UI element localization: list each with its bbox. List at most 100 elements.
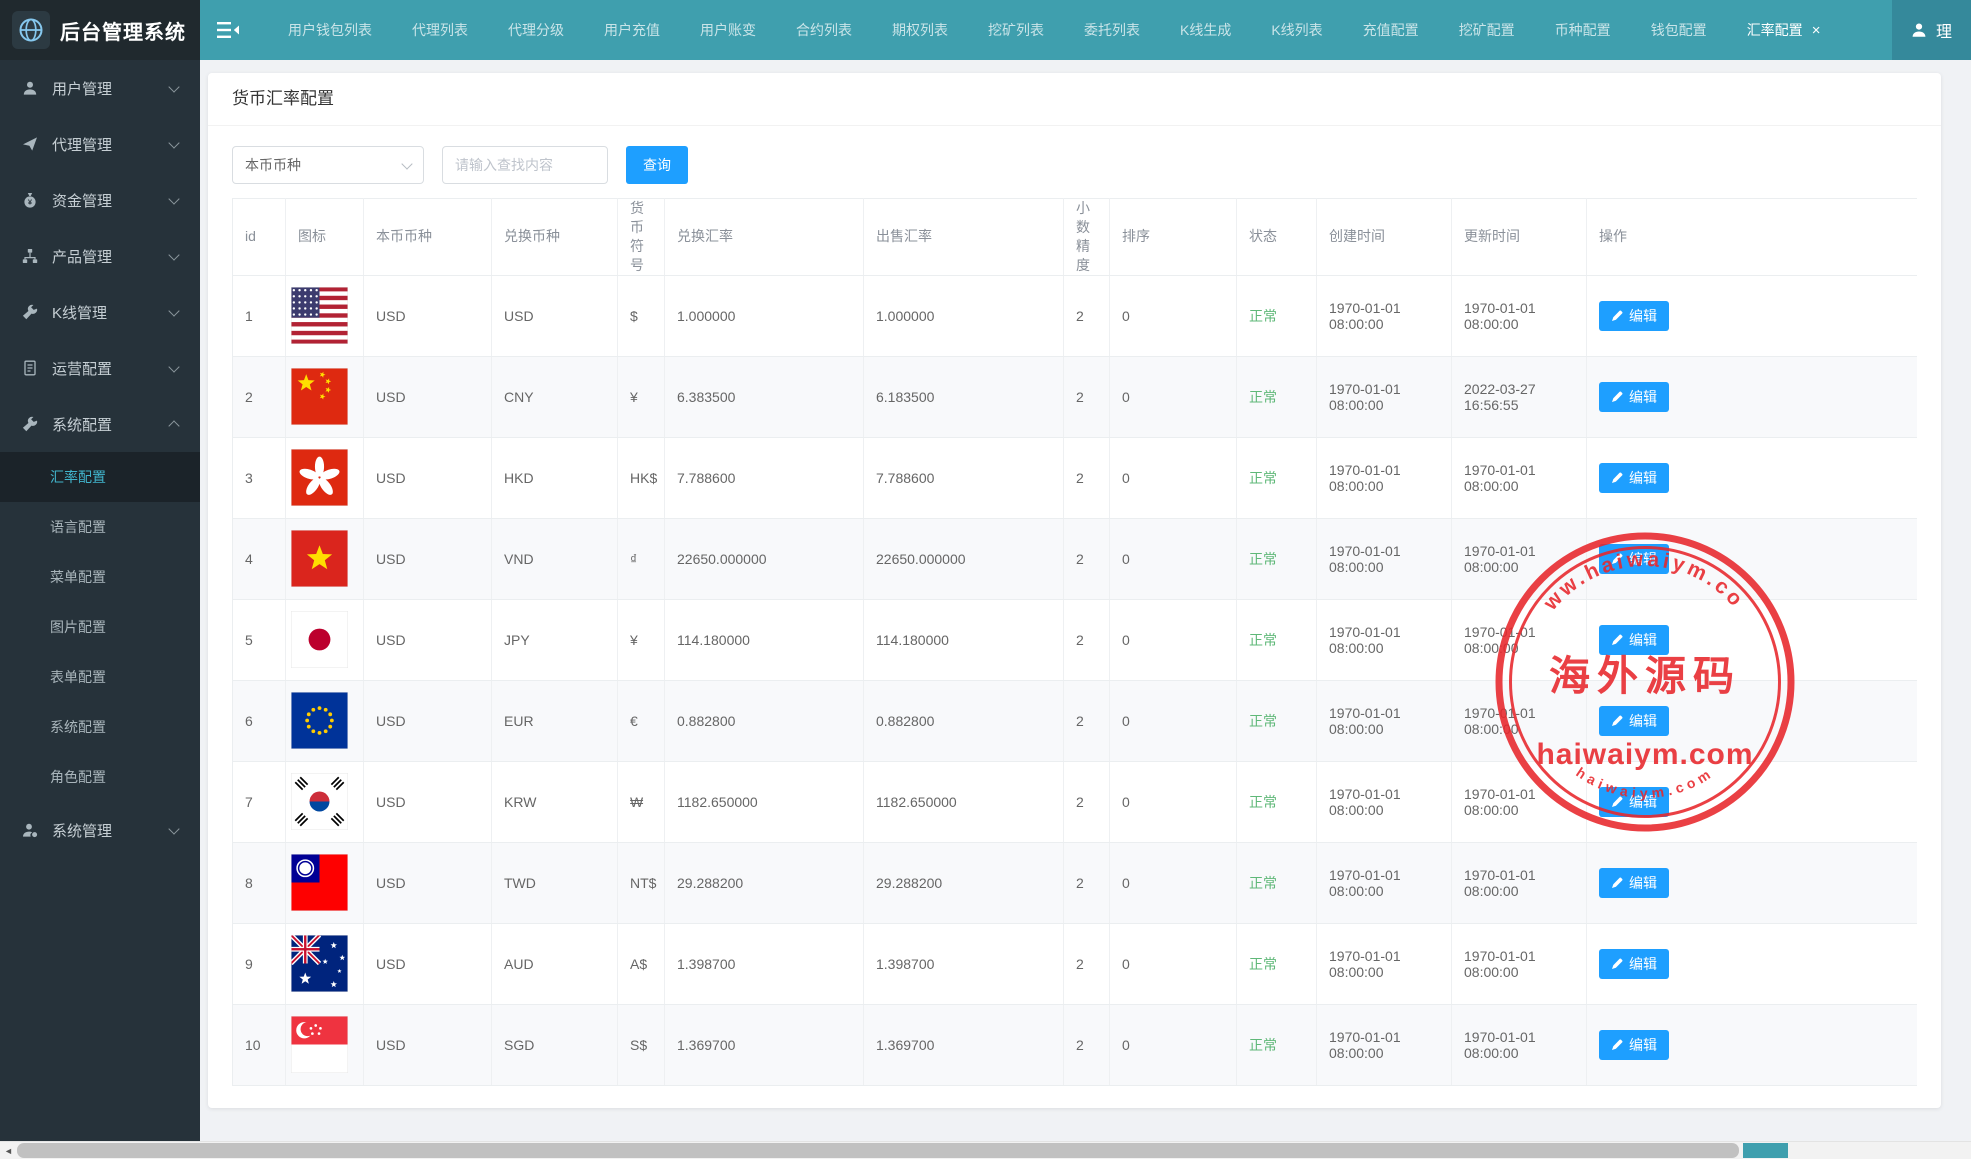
row-updated-time: 1970-01-01 08:00:00 bbox=[1452, 437, 1587, 518]
sidebar-collapse-icon[interactable] bbox=[200, 0, 256, 60]
row-sort: 0 bbox=[1110, 518, 1237, 599]
query-button[interactable]: 查询 bbox=[626, 146, 688, 184]
edit-button[interactable]: 编辑 bbox=[1599, 382, 1669, 412]
edit-button-label: 编辑 bbox=[1629, 711, 1657, 731]
sidebar-subitem-5[interactable]: 表单配置 bbox=[0, 652, 200, 702]
sidebar-item-label: 系统配置 bbox=[52, 414, 170, 435]
tab-6[interactable]: 合约列表 bbox=[776, 0, 872, 60]
tab-label: K线生成 bbox=[1180, 0, 1231, 60]
row-precision: 2 bbox=[1064, 356, 1110, 437]
tab-1[interactable]: 用户钱包列表 bbox=[268, 0, 392, 60]
tab-15[interactable]: 钱包配置 bbox=[1631, 0, 1727, 60]
table-row-9: 9USDAUDA$1.3987001.39870020正常1970-01-01 … bbox=[233, 923, 1918, 1004]
scroll-left-arrow-icon[interactable]: ◄ bbox=[0, 1142, 17, 1159]
user-label: 理 bbox=[1936, 18, 1952, 42]
row-base-currency: USD bbox=[364, 842, 492, 923]
horizontal-scrollbar[interactable]: ◄ bbox=[0, 1141, 1971, 1159]
edit-button[interactable]: 编辑 bbox=[1599, 625, 1669, 655]
edit-button[interactable]: 编辑 bbox=[1599, 949, 1669, 979]
scrollbar-thumb[interactable] bbox=[17, 1143, 1739, 1158]
row-id: 10 bbox=[233, 1004, 286, 1085]
row-updated-time: 1970-01-01 08:00:00 bbox=[1452, 761, 1587, 842]
edit-button[interactable]: 编辑 bbox=[1599, 301, 1669, 331]
tab-12[interactable]: 充值配置 bbox=[1343, 0, 1439, 60]
row-precision: 2 bbox=[1064, 1004, 1110, 1085]
tab-9[interactable]: 委托列表 bbox=[1064, 0, 1160, 60]
row-actions: 编辑 bbox=[1587, 680, 1918, 761]
sidebar-subitem-6[interactable]: 系统配置 bbox=[0, 702, 200, 752]
sidebar-subitem-4[interactable]: 图片配置 bbox=[0, 602, 200, 652]
sidebar-subitem-1[interactable]: 汇率配置 bbox=[0, 452, 200, 502]
row-precision: 2 bbox=[1064, 761, 1110, 842]
tab-2[interactable]: 代理列表 bbox=[392, 0, 488, 60]
row-base-currency: USD bbox=[364, 356, 492, 437]
chevron-down-icon bbox=[168, 249, 179, 260]
edit-button-label: 编辑 bbox=[1629, 954, 1657, 974]
row-updated-time: 1970-01-01 08:00:00 bbox=[1452, 275, 1587, 356]
row-created-time: 1970-01-01 08:00:00 bbox=[1317, 518, 1452, 599]
tab-3[interactable]: 代理分级 bbox=[488, 0, 584, 60]
tab-8[interactable]: 挖矿列表 bbox=[968, 0, 1064, 60]
flag-tw-icon bbox=[291, 854, 348, 911]
row-id: 9 bbox=[233, 923, 286, 1004]
row-base-currency: USD bbox=[364, 518, 492, 599]
row-created-time: 1970-01-01 08:00:00 bbox=[1317, 923, 1452, 1004]
sidebar-item-8[interactable]: 系统管理 bbox=[0, 802, 200, 858]
row-base-currency: USD bbox=[364, 680, 492, 761]
tab-4[interactable]: 用户充值 bbox=[584, 0, 680, 60]
row-sort: 0 bbox=[1110, 842, 1237, 923]
edit-button[interactable]: 编辑 bbox=[1599, 544, 1669, 574]
user-menu[interactable]: 理 bbox=[1892, 0, 1971, 60]
edit-button[interactable]: 编辑 bbox=[1599, 787, 1669, 817]
row-status: 正常 bbox=[1237, 599, 1317, 680]
column-header: 图标 bbox=[286, 199, 364, 276]
sidebar-item-2[interactable]: 代理管理 bbox=[0, 116, 200, 172]
edit-button[interactable]: 编辑 bbox=[1599, 706, 1669, 736]
row-precision: 2 bbox=[1064, 842, 1110, 923]
edit-button[interactable]: 编辑 bbox=[1599, 463, 1669, 493]
tab-16[interactable]: 汇率配置× bbox=[1727, 0, 1841, 60]
sidebar-item-6[interactable]: 运营配置 bbox=[0, 340, 200, 396]
search-input[interactable] bbox=[442, 146, 608, 184]
base-currency-select[interactable]: 本币币种 bbox=[232, 146, 424, 184]
globe-logo-icon bbox=[12, 11, 50, 49]
sidebar-item-3[interactable]: ¥资金管理 bbox=[0, 172, 200, 228]
row-sell-rate: 1.369700 bbox=[864, 1004, 1064, 1085]
tab-7[interactable]: 期权列表 bbox=[872, 0, 968, 60]
row-sort: 0 bbox=[1110, 1004, 1237, 1085]
tab-11[interactable]: K线列表 bbox=[1251, 0, 1342, 60]
row-base-currency: USD bbox=[364, 1004, 492, 1085]
row-actions: 编辑 bbox=[1587, 923, 1918, 1004]
sidebar-subitem-2[interactable]: 语言配置 bbox=[0, 502, 200, 552]
edit-button-label: 编辑 bbox=[1629, 873, 1657, 893]
tab-14[interactable]: 币种配置 bbox=[1535, 0, 1631, 60]
edit-button[interactable]: 编辑 bbox=[1599, 1030, 1669, 1060]
sidebar-item-7[interactable]: 系统配置 bbox=[0, 396, 200, 452]
main-content: 货币汇率配置 本币币种 查询 id图标本币币种兑换币种货币符号兑换汇率出售汇率小… bbox=[200, 60, 1971, 1141]
column-header: 兑换汇率 bbox=[665, 199, 864, 276]
tab-5[interactable]: 用户账变 bbox=[680, 0, 776, 60]
edit-button[interactable]: 编辑 bbox=[1599, 868, 1669, 898]
row-created-time: 1970-01-01 08:00:00 bbox=[1317, 599, 1452, 680]
tab-10[interactable]: K线生成 bbox=[1160, 0, 1251, 60]
tab-close-icon[interactable]: × bbox=[1812, 23, 1821, 38]
sidebar-item-4[interactable]: 产品管理 bbox=[0, 228, 200, 284]
row-flag bbox=[286, 842, 364, 923]
row-sell-rate: 7.788600 bbox=[864, 437, 1064, 518]
chevron-down-icon bbox=[168, 81, 179, 92]
sidebar-subitem-3[interactable]: 菜单配置 bbox=[0, 552, 200, 602]
row-symbol: ¥ bbox=[618, 356, 665, 437]
pencil-icon bbox=[1611, 1039, 1623, 1051]
row-quote-currency: KRW bbox=[492, 761, 618, 842]
row-flag bbox=[286, 356, 364, 437]
row-quote-currency: VND bbox=[492, 518, 618, 599]
pencil-icon bbox=[1611, 310, 1623, 322]
sidebar-item-5[interactable]: K线管理 bbox=[0, 284, 200, 340]
tab-13[interactable]: 挖矿配置 bbox=[1439, 0, 1535, 60]
sidebar-item-label: 系统管理 bbox=[52, 820, 170, 841]
sidebar-item-1[interactable]: 用户管理 bbox=[0, 60, 200, 116]
row-created-time: 1970-01-01 08:00:00 bbox=[1317, 437, 1452, 518]
table-row-7: 7USDKRW₩1182.6500001182.65000020正常1970-0… bbox=[233, 761, 1918, 842]
row-created-time: 1970-01-01 08:00:00 bbox=[1317, 842, 1452, 923]
sidebar-subitem-7[interactable]: 角色配置 bbox=[0, 752, 200, 802]
